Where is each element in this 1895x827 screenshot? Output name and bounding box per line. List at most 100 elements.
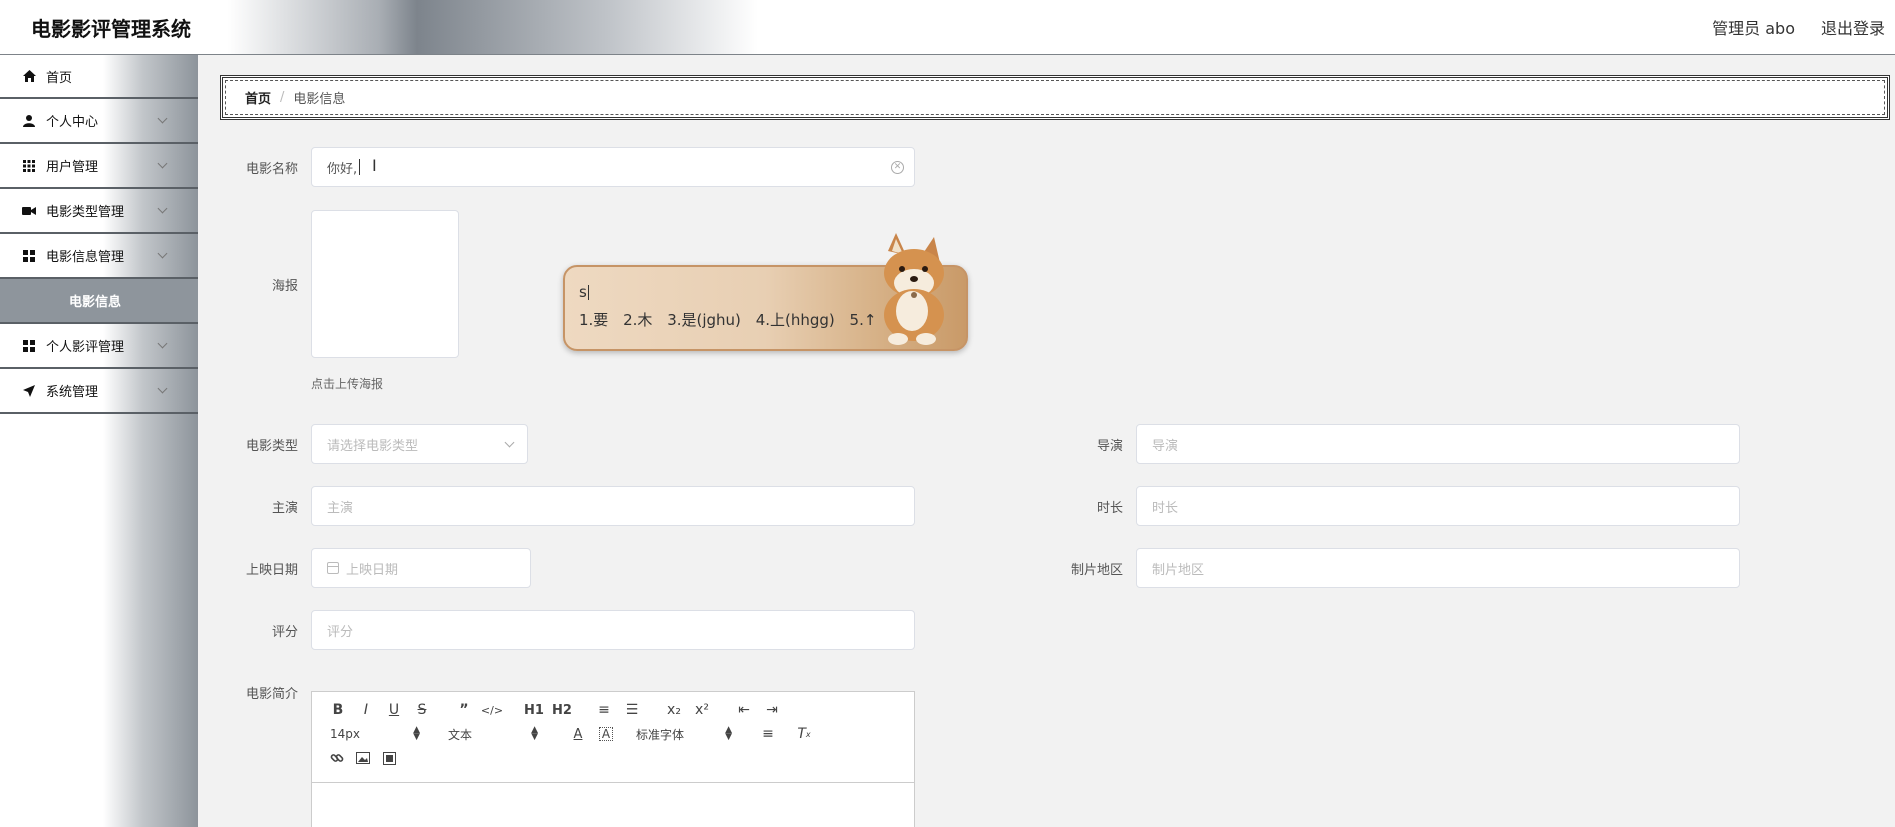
rating-input[interactable]: 评分 xyxy=(311,610,915,650)
current-user: 管理员 abo xyxy=(1712,19,1795,38)
text-cursor-icon: I xyxy=(372,156,377,175)
intro-label: 电影简介 xyxy=(245,687,298,702)
duration-placeholder: 时长 xyxy=(1152,500,1179,516)
image-icon[interactable] xyxy=(350,747,376,769)
updown-icon: ▲ ▼ xyxy=(531,724,538,742)
chevron-down-icon xyxy=(157,158,168,169)
italic-icon[interactable]: I xyxy=(352,699,380,721)
app-title: 电影影评管理系统 xyxy=(31,17,191,41)
rich-text-editor[interactable]: B I U S ” </> H1 H2 ≡ ☰ x₂ x² ⇤ ⇥ 14px ▲… xyxy=(311,691,915,827)
sidebar-item-personal-review-management[interactable]: 个人影评管理 xyxy=(0,324,198,369)
actor-placeholder: 主演 xyxy=(327,500,354,516)
underline-icon[interactable]: U xyxy=(380,699,408,721)
sidebar-item-system-management[interactable]: 系统管理 xyxy=(0,369,198,414)
grid-icon xyxy=(22,159,36,173)
movie-type-label: 电影类型 xyxy=(245,439,298,454)
chevron-down-icon xyxy=(504,437,515,448)
sidebar-item-user-management[interactable]: 用户管理 xyxy=(0,144,198,189)
rating-label: 评分 xyxy=(271,625,298,640)
send-icon xyxy=(22,384,36,398)
sidebar-item-movie-info-management[interactable]: 电影信息管理 xyxy=(0,234,198,279)
release-date-placeholder: 上映日期 xyxy=(346,562,399,578)
movie-type-placeholder: 请选择电影类型 xyxy=(327,438,419,454)
ime-candidate[interactable]: 3.是(jghu) xyxy=(667,311,741,329)
shiba-dog-icon xyxy=(884,233,944,345)
strikethrough-icon[interactable]: S xyxy=(408,699,436,721)
sidebar-item-home[interactable]: 首页 xyxy=(0,55,198,99)
ime-composition: s xyxy=(579,283,589,301)
blockquote-icon[interactable]: ” xyxy=(450,699,478,721)
ime-candidate[interactable]: 1.要 xyxy=(579,311,608,329)
duration-input[interactable]: 时长 xyxy=(1136,486,1740,526)
breadcrumb-home[interactable]: 首页 xyxy=(245,88,271,107)
region-label: 制片地区 xyxy=(1070,563,1123,578)
region-placeholder: 制片地区 xyxy=(1152,562,1205,578)
sidebar-item-label: 首页 xyxy=(46,70,73,86)
release-date-label: 上映日期 xyxy=(245,563,298,578)
video-icon xyxy=(22,204,36,218)
breadcrumb-separator: / xyxy=(280,90,285,105)
director-input[interactable]: 导演 xyxy=(1136,424,1740,464)
poster-label: 海报 xyxy=(271,279,298,294)
code-block-icon[interactable]: </> xyxy=(478,699,506,721)
ordered-list-icon[interactable]: ≡ xyxy=(590,699,618,721)
editor-toolbar: B I U S ” </> H1 H2 ≡ ☰ x₂ x² ⇤ ⇥ 14px ▲… xyxy=(312,692,914,783)
movie-name-label: 电影名称 xyxy=(245,162,298,177)
updown-icon: ▲ ▼ xyxy=(413,724,420,742)
ime-composition-text: s xyxy=(579,283,587,301)
bullet-list-icon[interactable]: ☰ xyxy=(618,699,646,721)
main-content: 首页 / 电影信息 电影名称 你好, I ✕ 海报 点击上传海报 电影类型 请选… xyxy=(198,55,1895,827)
chevron-down-icon xyxy=(157,203,168,214)
text-caret xyxy=(587,285,589,300)
movie-name-input[interactable]: 你好, I ✕ xyxy=(311,147,915,187)
poster-upload-tip: 点击上传海报 xyxy=(311,377,384,391)
clear-icon[interactable]: ✕ xyxy=(891,161,904,174)
outdent-icon[interactable]: ⇤ xyxy=(730,699,758,721)
font-size-value: 14px xyxy=(330,727,360,741)
video-embed-icon[interactable] xyxy=(376,747,402,769)
updown-icon: ▲ ▼ xyxy=(725,724,732,742)
sidebar-item-personal-center[interactable]: 个人中心 xyxy=(0,99,198,144)
breadcrumb-current: 电影信息 xyxy=(293,92,346,107)
region-input[interactable]: 制片地区 xyxy=(1136,548,1740,588)
chevron-down-icon xyxy=(157,383,168,394)
sidebar-item-label: 电影信息管理 xyxy=(46,250,125,265)
sidebar-subitem-movie-info[interactable]: 电影信息 xyxy=(0,279,198,324)
text-color-icon[interactable]: A xyxy=(564,723,592,745)
sidebar: 首页 个人中心 用户管理 电影类型管理 电影信息管理 电影信息 个人影评管理 系… xyxy=(0,55,198,827)
ime-candidate[interactable]: 4.上(hhgg) xyxy=(756,311,835,329)
actor-input[interactable]: 主演 xyxy=(311,486,915,526)
calendar-icon xyxy=(327,562,339,574)
poster-upload-box[interactable] xyxy=(311,210,459,358)
superscript-icon[interactable]: x² xyxy=(688,699,716,721)
header-type-select[interactable]: 文本 ▲ ▼ xyxy=(448,724,538,743)
chevron-down-icon xyxy=(157,248,168,259)
align-icon[interactable]: ≡ xyxy=(754,723,782,745)
home-icon xyxy=(22,69,36,83)
clear-format-icon[interactable]: Tx xyxy=(790,723,818,745)
sidebar-item-label: 个人影评管理 xyxy=(46,340,125,355)
sidebar-item-label: 电影类型管理 xyxy=(46,205,125,220)
font-size-select[interactable]: 14px ▲ ▼ xyxy=(330,724,420,742)
bold-icon[interactable]: B xyxy=(324,699,352,721)
header-type-value: 文本 xyxy=(448,727,473,742)
movie-type-select[interactable]: 请选择电影类型 xyxy=(311,424,528,464)
sidebar-item-label: 电影信息 xyxy=(69,295,122,310)
top-header: 电影影评管理系统 管理员 abo 退出登录 xyxy=(0,0,1895,55)
release-date-picker[interactable]: 上映日期 xyxy=(311,548,531,588)
indent-icon[interactable]: ⇥ xyxy=(758,699,786,721)
ime-candidate[interactable]: 2.木 xyxy=(623,311,652,329)
director-placeholder: 导演 xyxy=(1152,438,1179,454)
logout-button[interactable]: 退出登录 xyxy=(1821,15,1885,39)
heading2-icon[interactable]: H2 xyxy=(548,699,576,721)
sidebar-item-movie-type-management[interactable]: 电影类型管理 xyxy=(0,189,198,234)
font-family-select[interactable]: 标准字体 ▲ ▼ xyxy=(636,724,732,743)
rating-placeholder: 评分 xyxy=(327,624,354,640)
chevron-down-icon xyxy=(157,338,168,349)
background-color-icon[interactable]: A xyxy=(599,727,613,741)
subscript-icon[interactable]: x₂ xyxy=(660,699,688,721)
heading1-icon[interactable]: H1 xyxy=(520,699,548,721)
duration-label: 时长 xyxy=(1096,501,1123,516)
sidebar-item-label: 个人中心 xyxy=(46,115,99,130)
link-icon[interactable] xyxy=(324,747,350,769)
